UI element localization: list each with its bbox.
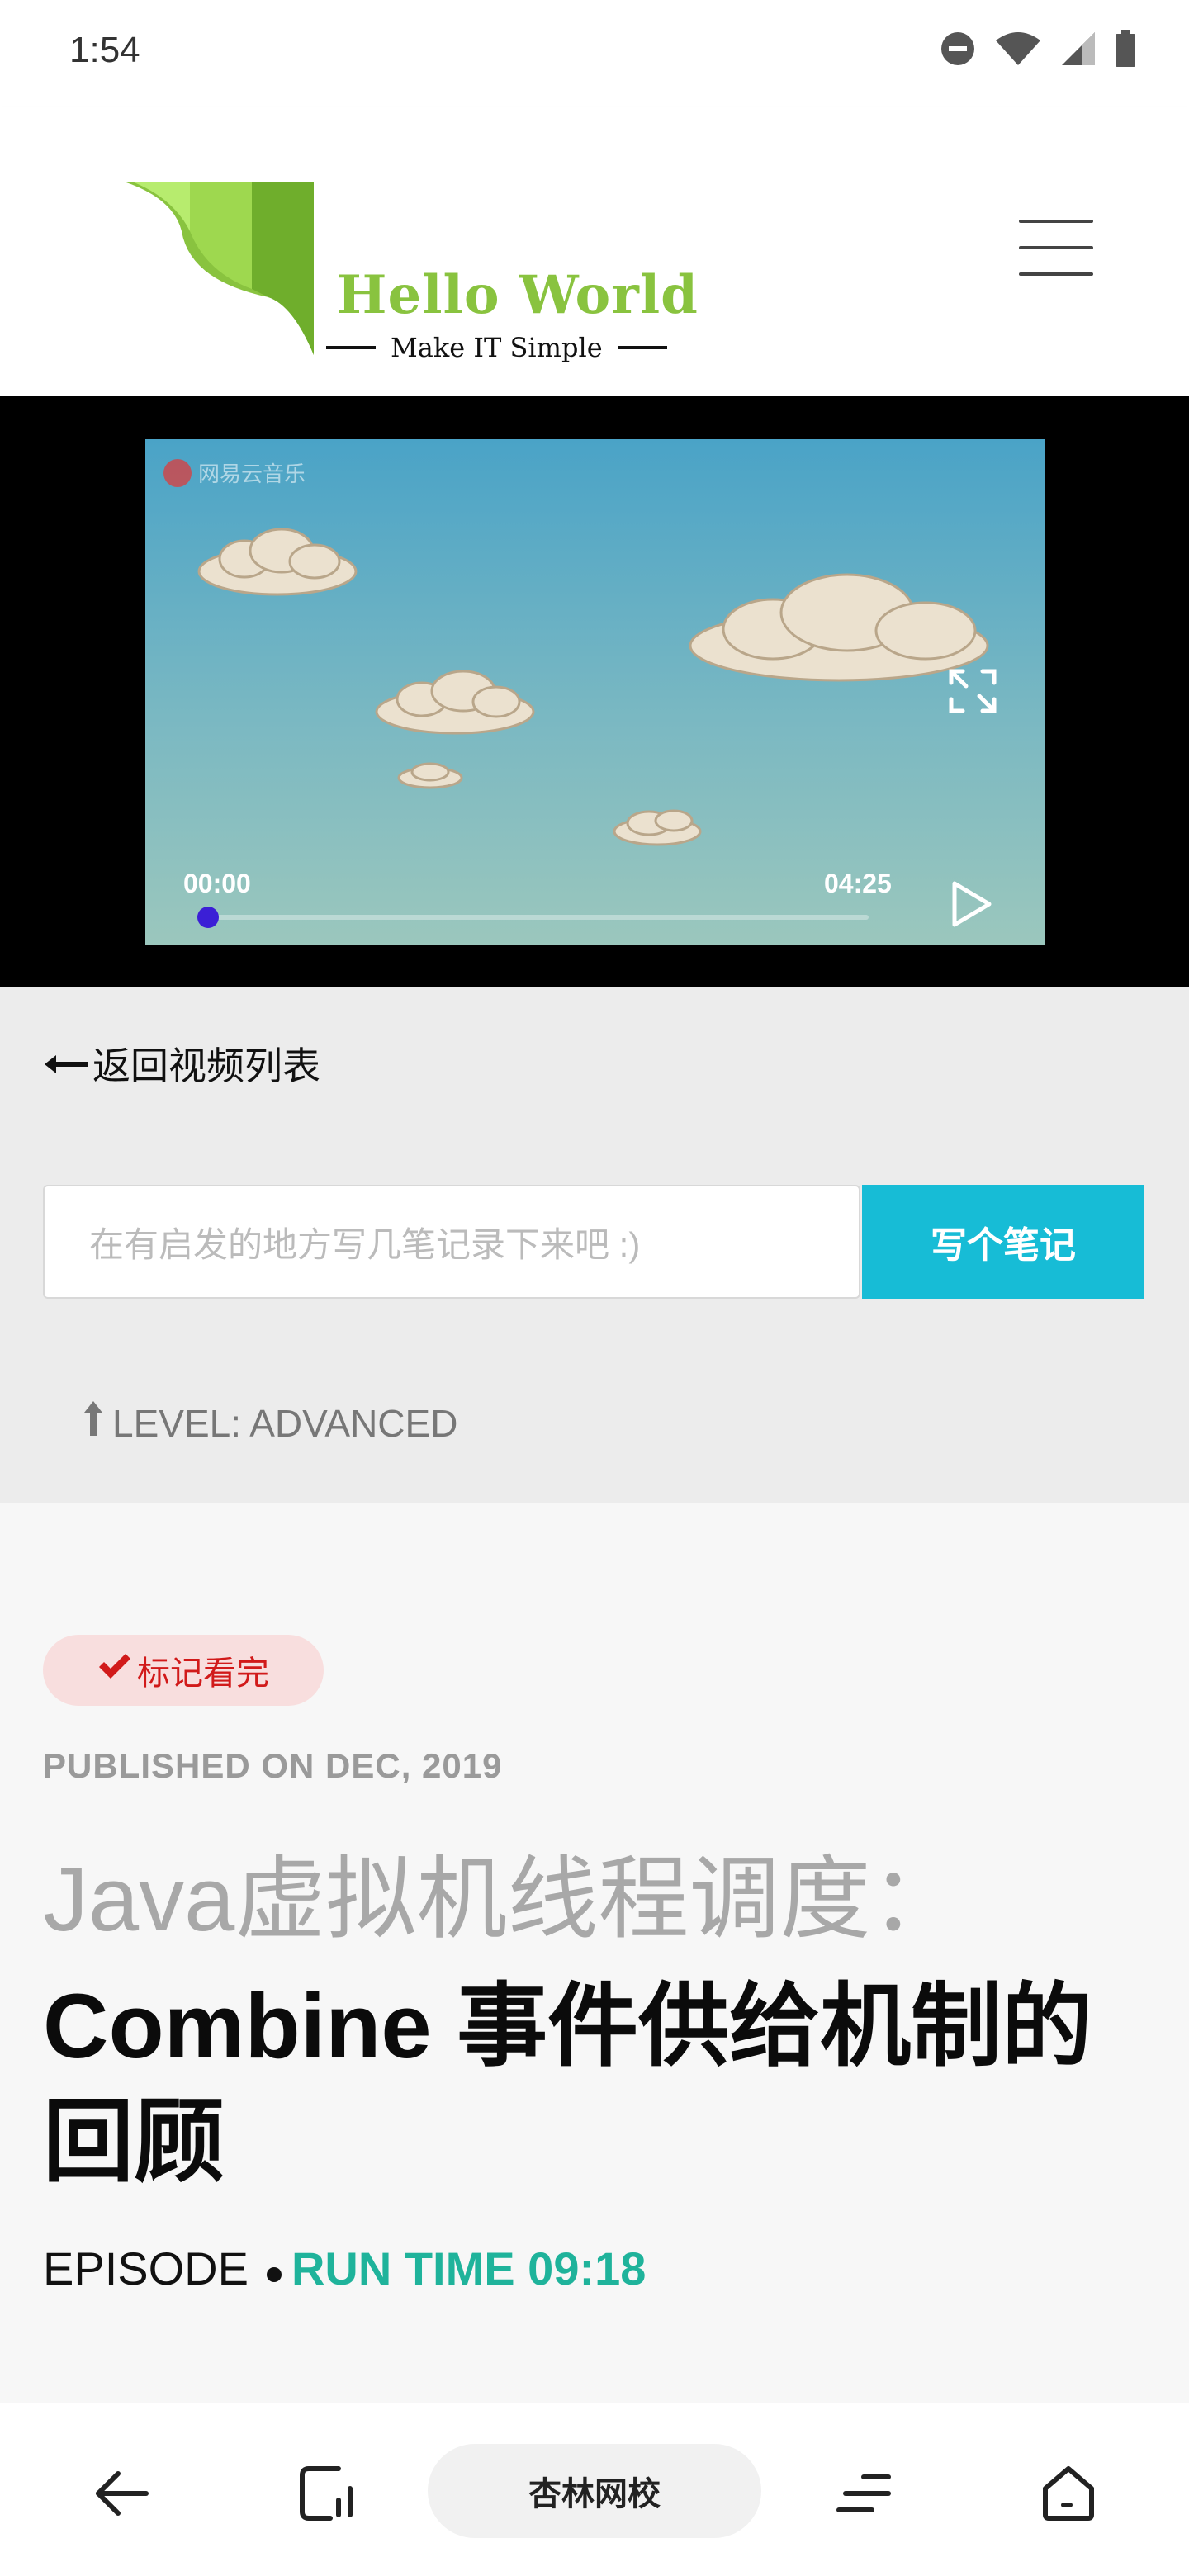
menu-line [1019,220,1093,223]
check-icon [97,1651,132,1689]
article-title: Combine 事件供给机制的回顾 [43,1976,1093,2193]
left-arrow-icon [43,1041,89,1086]
home-icon[interactable] [1027,2452,1110,2535]
episode-label: EPISODE [43,2242,249,2294]
site-header: Hello World Make IT Simple [0,107,1189,396]
note-input-placeholder: 在有启发的地方写几笔记录下来吧 :) [89,1224,641,1264]
progress-bar[interactable] [197,907,869,928]
level-indicator: LEVEL: ADVANCED [83,1399,457,1447]
status-icons [940,30,1136,68]
do-not-disturb-icon [940,31,976,67]
wifi-icon [994,31,1042,67]
article-title-prefix: Java虚拟机线程调度： [43,1849,962,1950]
site-brand-chip[interactable]: 杏林网校 [428,2444,761,2538]
fullscreen-icon[interactable] [946,665,999,717]
menu-lines-icon[interactable] [822,2452,905,2535]
mark-as-watched-button[interactable]: 标记看完 [43,1635,324,1706]
up-arrow-icon [83,1399,104,1447]
back-arrow-icon[interactable] [81,2452,163,2535]
menu-line [1019,246,1093,249]
site-logo[interactable]: Hello World Make IT Simple [124,182,702,363]
note-input[interactable]: 在有启发的地方写几笔记录下来吧 :) [43,1185,860,1299]
write-note-button[interactable]: 写个笔记 [862,1185,1144,1299]
logo-title: Hello World [337,264,699,326]
back-to-video-list-link[interactable]: 返回视频列表 [43,1036,320,1091]
tabs-icon[interactable] [286,2452,368,2535]
browser-bottom-nav: 杏林网校 [0,2403,1189,2576]
logo-subtitle-row: Make IT Simple [326,332,667,363]
status-bar: 1:54 [0,0,1189,107]
run-time: RUN TIME 09:18 [291,2242,647,2294]
separator-dot [266,2266,282,2282]
back-link-label: 返回视频列表 [92,1044,320,1087]
video-clouds-frame [197,528,989,846]
logo-dash-left [326,346,376,349]
episode-meta: EPISODE RUN TIME 09:18 [43,2242,646,2295]
current-time: 00:00 [183,869,251,898]
level-label: LEVEL: ADVANCED [112,1401,458,1445]
logo-dash-right [617,346,667,349]
hamburger-menu-icon[interactable] [1019,220,1093,276]
status-time: 1:54 [69,30,140,70]
logo-mark-icon [124,182,314,355]
published-date: PUBLISHED ON DEC, 2019 [43,1746,503,1785]
mark-as-watched-label: 标记看完 [137,1655,269,1692]
battery-icon [1115,30,1136,68]
notes-section: 返回视频列表 在有启发的地方写几笔记录下来吧 :) 写个笔记 LEVEL: AD… [0,987,1189,1503]
article-content: 标记看完 PUBLISHED ON DEC, 2019 Java虚拟机线程调度：… [0,1503,1189,2403]
video-player[interactable]: 网易云音乐 00:00 04:25 [145,439,1045,945]
total-time: 04:25 [824,869,892,898]
logo-subtitle: Make IT Simple [391,332,603,363]
menu-line [1019,272,1093,276]
play-icon[interactable] [943,877,997,931]
progress-handle[interactable] [197,907,219,928]
video-section: 网易云音乐 00:00 04:25 [0,396,1189,987]
cell-signal-icon [1060,31,1097,67]
